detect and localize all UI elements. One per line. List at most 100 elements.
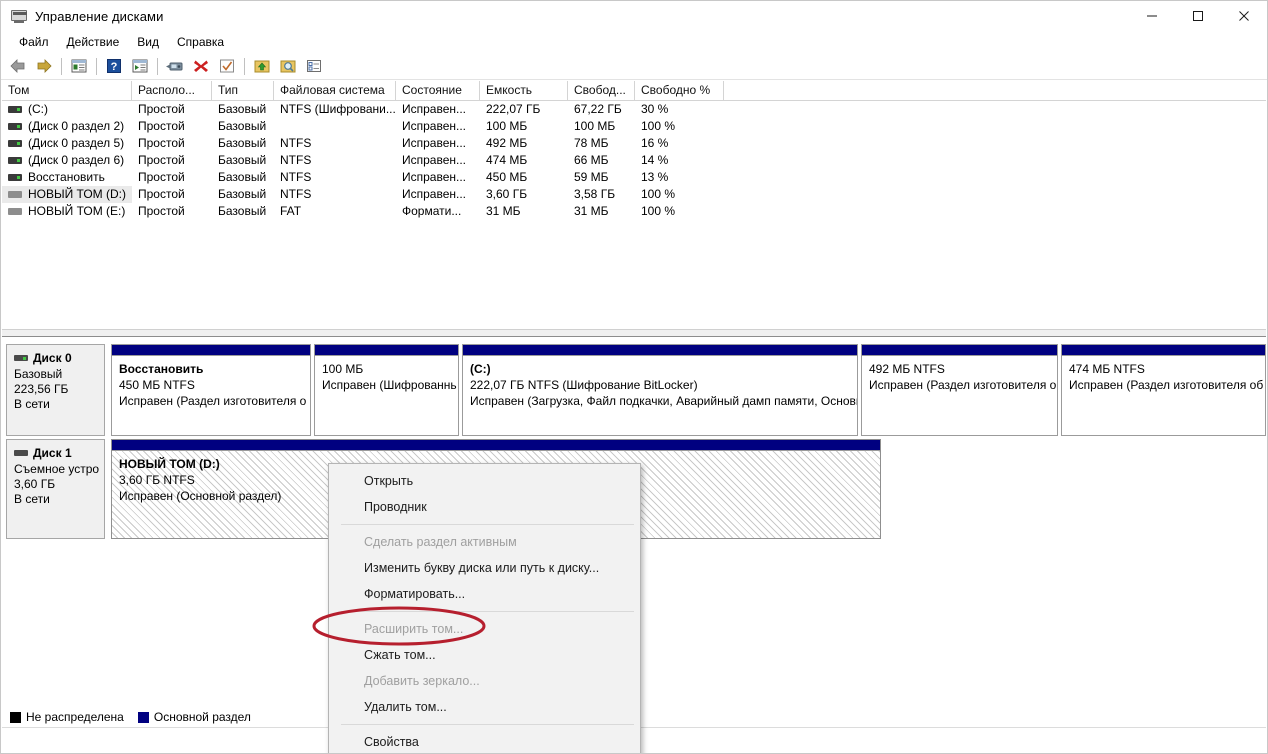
cell-filesystem: NTFS xyxy=(280,170,312,184)
cell-status: Исправен... xyxy=(402,102,467,116)
properties-icon[interactable] xyxy=(302,55,326,78)
cell-volume[interactable]: НОВЫЙ ТОМ (E:) xyxy=(2,203,132,220)
partition-efi[interactable]: 100 МБ Исправен (Шифрованнь xyxy=(314,344,459,436)
toolbar-separator xyxy=(96,57,97,75)
close-button[interactable] xyxy=(1221,1,1267,31)
legend-label-primary: Основной раздел xyxy=(153,710,251,724)
column-header-free[interactable]: Свобод... xyxy=(568,81,635,100)
menu-action[interactable]: Действие xyxy=(58,33,129,51)
menu-item-open[interactable]: Открыть xyxy=(329,468,640,494)
maximize-button[interactable] xyxy=(1175,1,1221,31)
disk-info-1[interactable]: Диск 1 Съемное устро 3,60 ГБ В сети xyxy=(6,439,105,539)
table-row[interactable]: (Диск 0 раздел 5) Простой Базовый NTFS И… xyxy=(2,135,1266,152)
column-header-layout[interactable]: Располо... xyxy=(132,81,212,100)
table-row[interactable]: НОВЫЙ ТОМ (E:) Простой Базовый FAT Форма… xyxy=(2,203,1266,220)
cell-type: Базовый xyxy=(218,204,267,218)
menu-item-format[interactable]: Форматировать... xyxy=(329,581,640,607)
disk-status-1: В сети xyxy=(14,492,50,506)
column-header-capacity[interactable]: Емкость xyxy=(480,81,568,100)
partition-recovery[interactable]: Восстановить 450 МБ NTFS Исправен (Разде… xyxy=(111,344,311,436)
menu-item-explorer[interactable]: Проводник xyxy=(329,494,640,520)
rescan-disks-icon[interactable] xyxy=(163,55,187,78)
help-icon[interactable]: ? xyxy=(102,55,126,78)
pane-splitter[interactable] xyxy=(2,329,1266,337)
legend-swatch-unallocated xyxy=(10,711,21,723)
partition-oem-6[interactable]: 474 МБ NTFS Исправен (Раздел изготовител… xyxy=(1061,344,1266,436)
disk-info-0[interactable]: Диск 0 Базовый 223,56 ГБ В сети xyxy=(6,344,105,436)
cell-free: 31 МБ xyxy=(574,204,609,218)
table-row[interactable]: (Диск 0 раздел 2) Простой Базовый Исправ… xyxy=(2,118,1266,135)
cell-layout: Простой xyxy=(138,170,185,184)
cell-volume[interactable]: (Диск 0 раздел 2) xyxy=(2,118,132,135)
legend-swatch-primary xyxy=(137,711,149,723)
partition-color-bar xyxy=(112,345,310,356)
cell-filesystem: NTFS xyxy=(280,153,312,167)
cell-layout: Простой xyxy=(138,119,185,133)
partition-status: Исправен (Раздел изготовителя об xyxy=(869,378,1057,392)
search-icon[interactable] xyxy=(276,55,300,78)
volume-list-header: Том Располо... Тип Файловая система Сост… xyxy=(2,81,1266,101)
table-row[interactable]: (C:) Простой Базовый NTFS (Шифровани... … xyxy=(2,101,1266,118)
cell-volume[interactable]: Восстановить xyxy=(2,169,132,186)
menu-file[interactable]: Файл xyxy=(10,33,58,51)
delete-icon[interactable] xyxy=(189,55,213,78)
partition-size-fs: 450 МБ NTFS xyxy=(119,378,195,392)
folder-up-icon[interactable] xyxy=(250,55,274,78)
cell-layout: Простой xyxy=(138,204,185,218)
disk-icon-removable xyxy=(14,450,28,456)
cell-volume-label: НОВЫЙ ТОМ (D:) xyxy=(27,187,126,201)
column-header-filesystem[interactable]: Файловая система xyxy=(274,81,396,100)
toolbar-separator xyxy=(61,57,62,75)
cell-volume[interactable]: (C:) xyxy=(2,101,132,118)
show-action-pane-icon[interactable] xyxy=(128,55,152,78)
menu-separator xyxy=(341,611,634,612)
menu-item-mark-partition-active: Сделать раздел активным xyxy=(364,535,517,549)
show-tree-icon[interactable] xyxy=(67,55,91,78)
partition-body: Восстановить 450 МБ NTFS Исправен (Разде… xyxy=(112,356,310,409)
column-header-status[interactable]: Состояние xyxy=(396,81,480,100)
menu-item-delete-volume[interactable]: Удалить том... xyxy=(329,694,640,720)
column-header-free-percent[interactable]: Свободно % xyxy=(635,81,724,100)
column-header-volume[interactable]: Том xyxy=(2,81,132,100)
minimize-button[interactable] xyxy=(1129,1,1175,31)
cell-layout: Простой xyxy=(138,136,185,150)
partition-oem-5[interactable]: 492 МБ NTFS Исправен (Раздел изготовител… xyxy=(861,344,1058,436)
cell-free: 59 МБ xyxy=(574,170,609,184)
menu-item-properties[interactable]: Свойства xyxy=(329,729,640,753)
menu-view[interactable]: Вид xyxy=(128,33,168,51)
cell-volume-label: (Диск 0 раздел 6) xyxy=(28,153,125,167)
cell-volume[interactable]: (Диск 0 раздел 6) xyxy=(2,152,132,169)
cell-status: Исправен... xyxy=(402,170,467,184)
toolbar-separator xyxy=(157,57,158,75)
menu-help[interactable]: Справка xyxy=(168,33,233,51)
cell-volume[interactable]: НОВЫЙ ТОМ (D:) xyxy=(2,186,132,203)
partition-c[interactable]: (C:) 222,07 ГБ NTFS (Шифрование BitLocke… xyxy=(462,344,858,436)
volume-list-pane: Том Располо... Тип Файловая система Сост… xyxy=(2,81,1266,329)
disk-management-icon xyxy=(11,8,27,24)
cell-free: 67,22 ГБ xyxy=(574,102,622,116)
table-row[interactable]: Восстановить Простой Базовый NTFS Исправ… xyxy=(2,169,1266,186)
column-header-type[interactable]: Тип xyxy=(212,81,274,100)
cell-layout: Простой xyxy=(138,187,185,201)
disk-type-1: Съемное устро xyxy=(14,462,99,476)
cell-capacity: 222,07 ГБ xyxy=(486,102,541,116)
partition-name: Восстановить xyxy=(119,362,204,376)
volume-icon-active xyxy=(8,123,22,130)
partition-color-bar xyxy=(463,345,857,356)
checkmark-icon[interactable] xyxy=(215,55,239,78)
cell-capacity: 31 МБ xyxy=(486,204,521,218)
cell-volume[interactable]: (Диск 0 раздел 5) xyxy=(2,135,132,152)
table-row[interactable]: НОВЫЙ ТОМ (D:) Простой Базовый NTFS Испр… xyxy=(2,186,1266,203)
menu-separator xyxy=(341,724,634,725)
toolbar-separator xyxy=(244,57,245,75)
menu-item-shrink-volume[interactable]: Сжать том... xyxy=(329,642,640,668)
cell-free-percent: 13 % xyxy=(641,170,669,184)
forward-icon[interactable] xyxy=(32,55,56,78)
back-icon[interactable] xyxy=(6,55,30,78)
table-row[interactable]: (Диск 0 раздел 6) Простой Базовый NTFS И… xyxy=(2,152,1266,169)
disk-name-1: Диск 1 xyxy=(14,446,99,460)
menu-item-change-drive-letter[interactable]: Изменить букву диска или путь к диску... xyxy=(329,555,640,581)
volume-icon-active xyxy=(8,174,22,181)
cell-layout: Простой xyxy=(138,153,185,167)
disk-size-1: 3,60 ГБ xyxy=(14,477,56,491)
